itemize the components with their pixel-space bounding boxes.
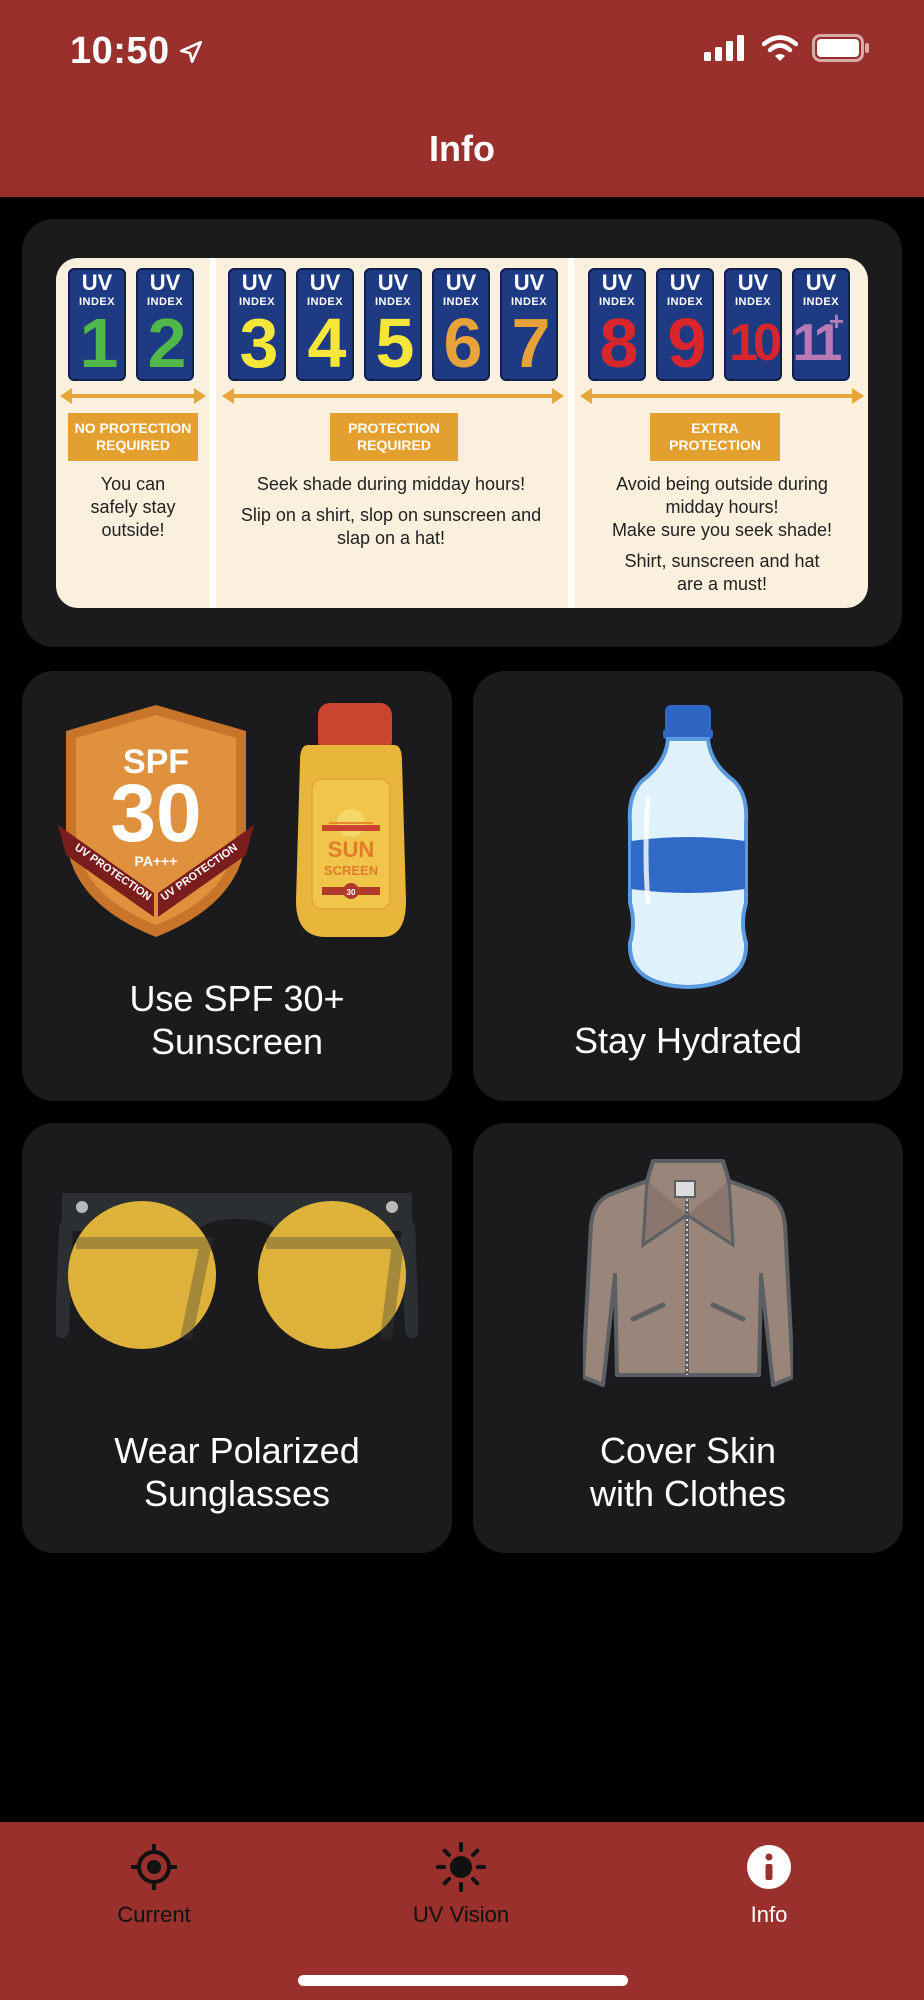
uv-plus-sign: + <box>828 306 844 336</box>
home-indicator[interactable] <box>298 1975 628 1986</box>
tab-info[interactable]: Info <box>669 1842 869 1928</box>
svg-text:SUN: SUN <box>328 837 374 862</box>
uv-chart-divider <box>568 258 574 608</box>
uv-index-box-8: UV INDEX 8 <box>588 268 646 381</box>
tab-info-label: Info <box>750 1902 788 1927</box>
uv-range-arrow <box>580 388 864 404</box>
tab-bar: Current UV Vision Info <box>0 1822 924 2000</box>
page-title: Info <box>429 128 495 169</box>
tile-stay-hydrated[interactable]: Stay Hydrated <box>473 671 903 1101</box>
uv-index-box-1: UV INDEX 1 <box>68 268 126 381</box>
status-time: 10:50 <box>70 30 204 73</box>
uv-index-box-4: UV INDEX 4 <box>296 268 354 381</box>
uv-chart-divider <box>210 258 216 608</box>
uv-index-card: UV INDEX 1 UV INDEX 2 UV INDEX 3 UV INDE… <box>22 219 902 647</box>
tab-current-label: Current <box>117 1902 191 1927</box>
protection-required-label: PROTECTION REQUIRED <box>330 413 458 461</box>
svg-text:30: 30 <box>347 888 356 897</box>
uv-index-box-3: UV INDEX 3 <box>228 268 286 381</box>
tab-uv-vision-label: UV Vision <box>412 1902 510 1927</box>
status-time-text: 10:50 <box>70 30 170 72</box>
location-arrow-icon <box>179 40 202 63</box>
protection-required-text: Seek shade during midday hours! Slip on … <box>240 474 542 548</box>
status-icons <box>704 34 870 62</box>
svg-text:30: 30 <box>110 768 201 859</box>
wifi-icon <box>762 35 798 61</box>
uv-index-chart: UV INDEX 1 UV INDEX 2 UV INDEX 3 UV INDE… <box>56 258 868 608</box>
jacket-icon <box>583 1159 793 1387</box>
uv-index-box-7: UV INDEX 7 <box>500 268 558 381</box>
tile-clothes-caption: Cover Skin with Clothes <box>589 1430 787 1514</box>
sun-icon <box>436 1842 486 1892</box>
tile-sunglasses[interactable]: Wear Polarized Sunglasses <box>22 1123 452 1553</box>
water-bottle-icon <box>627 705 749 989</box>
navigation-header: 10:50 Info <box>0 0 924 197</box>
uv-index-box-11: UV INDEX 11 + <box>792 268 850 381</box>
tile-sunglasses-caption: Wear Polarized Sunglasses <box>114 1430 360 1514</box>
tile-sunscreen-caption: Use SPF 30+ Sunscreen <box>129 978 345 1062</box>
no-protection-text: You can safely stay outside! <box>90 474 176 540</box>
info-circle-icon <box>747 1845 791 1889</box>
tile-sunscreen[interactable]: SPF 30 PA+++ UV PROTECTION UV PROTECTION… <box>22 671 452 1101</box>
svg-text:SCREEN: SCREEN <box>324 863 378 878</box>
spf-badge-icon: SPF 30 PA+++ UV PROTECTION UV PROTECTION… <box>58 703 406 937</box>
uv-index-box-9: UV INDEX 9 <box>656 268 714 381</box>
tile-hydrated-caption: Stay Hydrated <box>573 1020 803 1061</box>
uv-index-box-6: UV INDEX 6 <box>432 268 490 381</box>
extra-protection-text: Avoid being outside during midday hours!… <box>611 474 833 594</box>
location-target-icon <box>131 1844 177 1890</box>
uv-index-box-5: UV INDEX 5 <box>364 268 422 381</box>
uv-range-arrow <box>60 388 206 404</box>
tab-current[interactable]: Current <box>54 1842 254 1928</box>
tab-uv-vision[interactable]: UV Vision <box>361 1842 561 1928</box>
sunglasses-icon <box>56 1193 418 1349</box>
extra-protection-label: EXTRA PROTECTION <box>650 413 780 461</box>
uv-range-arrow <box>222 388 564 404</box>
battery-icon <box>812 34 869 62</box>
svg-text:PA+++: PA+++ <box>135 853 178 869</box>
cellular-signal-icon <box>704 35 744 61</box>
uv-index-box-10: UV INDEX 10 <box>724 268 782 381</box>
uv-index-box-2: UV INDEX 2 <box>136 268 194 381</box>
no-protection-label: NO PROTECTION REQUIRED <box>68 413 198 461</box>
tile-cover-skin[interactable]: Cover Skin with Clothes <box>473 1123 903 1553</box>
